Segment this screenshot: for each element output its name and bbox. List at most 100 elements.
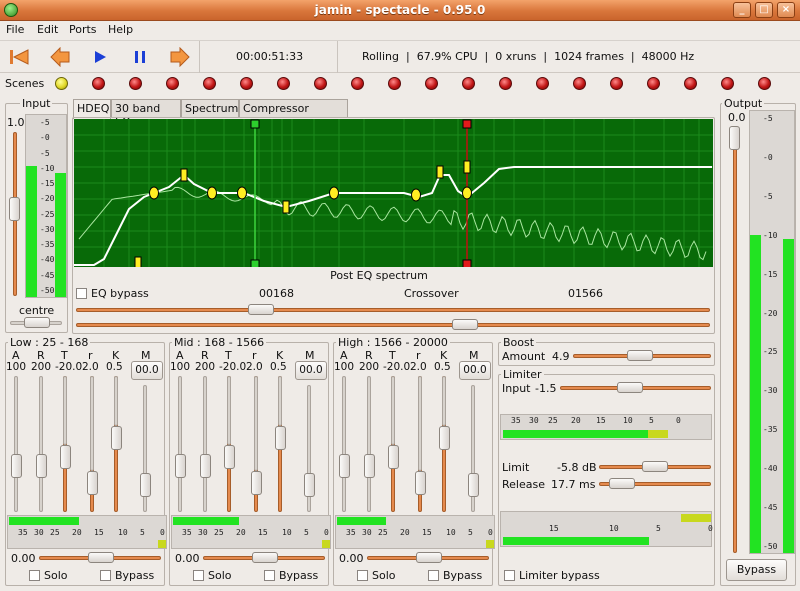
band-param-slider[interactable] <box>387 445 399 470</box>
scene-button-18[interactable] <box>684 77 697 90</box>
scene-button-4[interactable] <box>166 77 179 90</box>
eq-graph[interactable]: Post EQ spectrum <box>74 119 713 282</box>
eq-gain-handle[interactable] <box>207 186 217 200</box>
band-param-slider[interactable] <box>250 471 262 496</box>
band-solo-checkbox[interactable] <box>193 570 204 581</box>
low-crossover-handle-top[interactable] <box>250 119 260 129</box>
menu-file[interactable]: File <box>6 23 24 36</box>
scene-button-2[interactable] <box>92 77 105 90</box>
scene-button-12[interactable] <box>462 77 475 90</box>
band-param-slider[interactable] <box>139 472 151 497</box>
high-crossover-slider[interactable] <box>452 319 478 330</box>
scene-button-13[interactable] <box>499 77 512 90</box>
band-bypass-checkbox[interactable] <box>264 570 275 581</box>
scene-button-3[interactable] <box>129 77 142 90</box>
scene-button-1[interactable] <box>55 77 68 90</box>
band-makeup-input[interactable]: 00.0 <box>131 361 163 380</box>
eq-gain-handle[interactable] <box>329 186 339 200</box>
scene-button-11[interactable] <box>425 77 438 90</box>
scene-button-20[interactable] <box>758 77 771 90</box>
band-param-slider[interactable] <box>10 454 22 479</box>
tab-spectrum[interactable]: Spectrum <box>181 99 239 118</box>
output-bypass-button[interactable]: Bypass <box>726 559 787 581</box>
band-param-slider[interactable] <box>274 426 286 451</box>
scene-button-6[interactable] <box>240 77 253 90</box>
band-param-slider[interactable] <box>35 454 47 479</box>
band-bypass-checkbox[interactable] <box>428 570 439 581</box>
band-param-slider[interactable] <box>110 426 122 451</box>
play-icon[interactable] <box>89 47 111 67</box>
scene-button-15[interactable] <box>573 77 586 90</box>
band-param-slider[interactable] <box>174 454 186 479</box>
scene-button-8[interactable] <box>314 77 327 90</box>
eq-gain-handle[interactable] <box>411 188 421 202</box>
band-param-slider[interactable] <box>467 472 479 497</box>
boost-amount-slider[interactable] <box>627 350 653 361</box>
band-param-slider[interactable] <box>338 454 350 479</box>
low-crossover-slider[interactable] <box>248 304 274 315</box>
low-crossover-handle-bottom[interactable] <box>250 259 260 269</box>
scene-button-9[interactable] <box>351 77 364 90</box>
band-param-track[interactable] <box>203 376 207 512</box>
band-param-track[interactable] <box>14 376 18 512</box>
band-param-slider[interactable] <box>438 426 450 451</box>
maximize-button[interactable]: □ <box>755 2 773 18</box>
eq-q-handle[interactable] <box>180 168 188 182</box>
menu-help[interactable]: Help <box>108 23 133 36</box>
band-param-slider[interactable] <box>86 471 98 496</box>
band-solo-checkbox[interactable] <box>29 570 40 581</box>
eq-bypass-checkbox[interactable] <box>76 288 87 299</box>
rewind-start-icon[interactable] <box>8 47 30 67</box>
input-gain-slider[interactable] <box>9 197 20 221</box>
band-param-track[interactable] <box>367 376 371 512</box>
band-param-slider[interactable] <box>363 454 375 479</box>
rewind-icon[interactable] <box>49 47 71 67</box>
band-solo-checkbox[interactable] <box>357 570 368 581</box>
close-button[interactable]: × <box>777 2 795 18</box>
scene-button-19[interactable] <box>721 77 734 90</box>
band-gain-slider[interactable] <box>88 552 114 563</box>
eq-gain-handle[interactable] <box>237 186 247 200</box>
tab-compressor-curves[interactable]: Compressor curves <box>239 99 348 128</box>
band-gain-slider[interactable] <box>416 552 442 563</box>
scene-button-7[interactable] <box>277 77 290 90</box>
scene-button-17[interactable] <box>647 77 660 90</box>
band-makeup-input[interactable]: 00.0 <box>459 361 491 380</box>
high-crossover-handle-bottom[interactable] <box>462 259 472 269</box>
eq-q-handle[interactable] <box>436 165 444 179</box>
pause-icon[interactable] <box>129 47 151 67</box>
scene-button-16[interactable] <box>610 77 623 90</box>
band-makeup-input[interactable]: 00.0 <box>295 361 327 380</box>
band-param-track[interactable] <box>39 376 43 512</box>
eq-gain-handle[interactable] <box>462 186 472 200</box>
band-param-slider[interactable] <box>414 471 426 496</box>
band-bypass-checkbox[interactable] <box>100 570 111 581</box>
scene-button-14[interactable] <box>536 77 549 90</box>
scene-button-10[interactable] <box>388 77 401 90</box>
limiter-bypass-checkbox[interactable] <box>504 570 515 581</box>
tab-30-band-eq[interactable]: 30 band EQ <box>111 99 181 128</box>
band-param-slider[interactable] <box>303 472 315 497</box>
eq-q-handle[interactable] <box>463 160 471 174</box>
output-gain-track[interactable] <box>733 128 737 553</box>
band-param-slider[interactable] <box>199 454 211 479</box>
band-param-track[interactable] <box>178 376 182 512</box>
eq-gain-handle[interactable] <box>149 186 159 200</box>
low-crossover-track[interactable] <box>76 308 710 312</box>
forward-icon[interactable] <box>169 47 191 67</box>
limiter-limit-slider[interactable] <box>642 461 668 472</box>
output-gain-slider[interactable] <box>729 126 740 150</box>
band-param-slider[interactable] <box>59 445 71 470</box>
limiter-release-slider[interactable] <box>609 478 635 489</box>
high-crossover-track[interactable] <box>76 323 710 327</box>
limiter-input-slider[interactable] <box>617 382 643 393</box>
tab-hdeq[interactable]: HDEQ <box>73 99 111 119</box>
input-pan-slider[interactable] <box>24 317 50 328</box>
high-crossover-handle-top[interactable] <box>462 119 472 129</box>
menu-ports[interactable]: Ports <box>69 23 97 36</box>
minimize-button[interactable]: _ <box>733 2 751 18</box>
scene-button-5[interactable] <box>203 77 216 90</box>
band-param-track[interactable] <box>342 376 346 512</box>
band-param-slider[interactable] <box>223 445 235 470</box>
menu-edit[interactable]: Edit <box>37 23 58 36</box>
